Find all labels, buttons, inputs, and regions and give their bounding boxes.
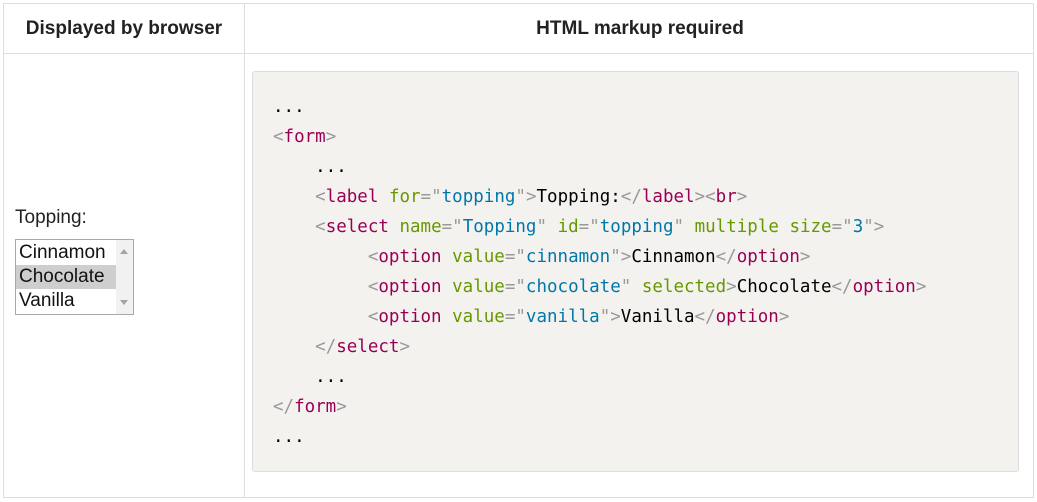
scroll-down-arrow-icon[interactable] xyxy=(120,300,128,305)
code-line-5: <select name="Topping" id="topping" mult… xyxy=(315,217,885,237)
code-line-6: <option value="cinnamon">Cinnamon</optio… xyxy=(367,247,811,267)
code-line-2: <form> xyxy=(273,127,337,147)
code-line-12: ... xyxy=(273,427,305,447)
topping-select[interactable]: Cinnamon Chocolate Vanilla xyxy=(15,239,134,315)
table-header-row: Displayed by browser HTML markup require… xyxy=(4,4,1033,54)
option-vanilla[interactable]: Vanilla xyxy=(16,289,116,313)
code-line-8: <option value="vanilla">Vanilla</option> xyxy=(367,307,790,327)
header-displayed-by-browser: Displayed by browser xyxy=(25,18,223,39)
option-cinnamon[interactable]: Cinnamon xyxy=(16,241,116,265)
code-line-10: ... xyxy=(273,367,347,387)
code-block: ... <form> ... <label for="topping">Topp… xyxy=(252,71,1019,472)
code-line-1: ... xyxy=(273,97,305,117)
column-divider xyxy=(244,4,245,497)
code-line-7: <option value="chocolate" selected>Choco… xyxy=(367,277,927,297)
code-line-4: <label for="topping">Topping:</label><br… xyxy=(315,187,748,207)
header-html-markup-required: HTML markup required xyxy=(536,18,744,39)
listbox-scrollbar[interactable] xyxy=(116,240,133,314)
topping-label: Topping: xyxy=(15,207,87,228)
code-line-9: </select> xyxy=(315,337,410,357)
option-chocolate[interactable]: Chocolate xyxy=(16,265,116,289)
code-line-3: ... xyxy=(273,157,347,177)
code-line-11: </form> xyxy=(273,397,347,417)
scroll-up-arrow-icon[interactable] xyxy=(120,249,128,254)
